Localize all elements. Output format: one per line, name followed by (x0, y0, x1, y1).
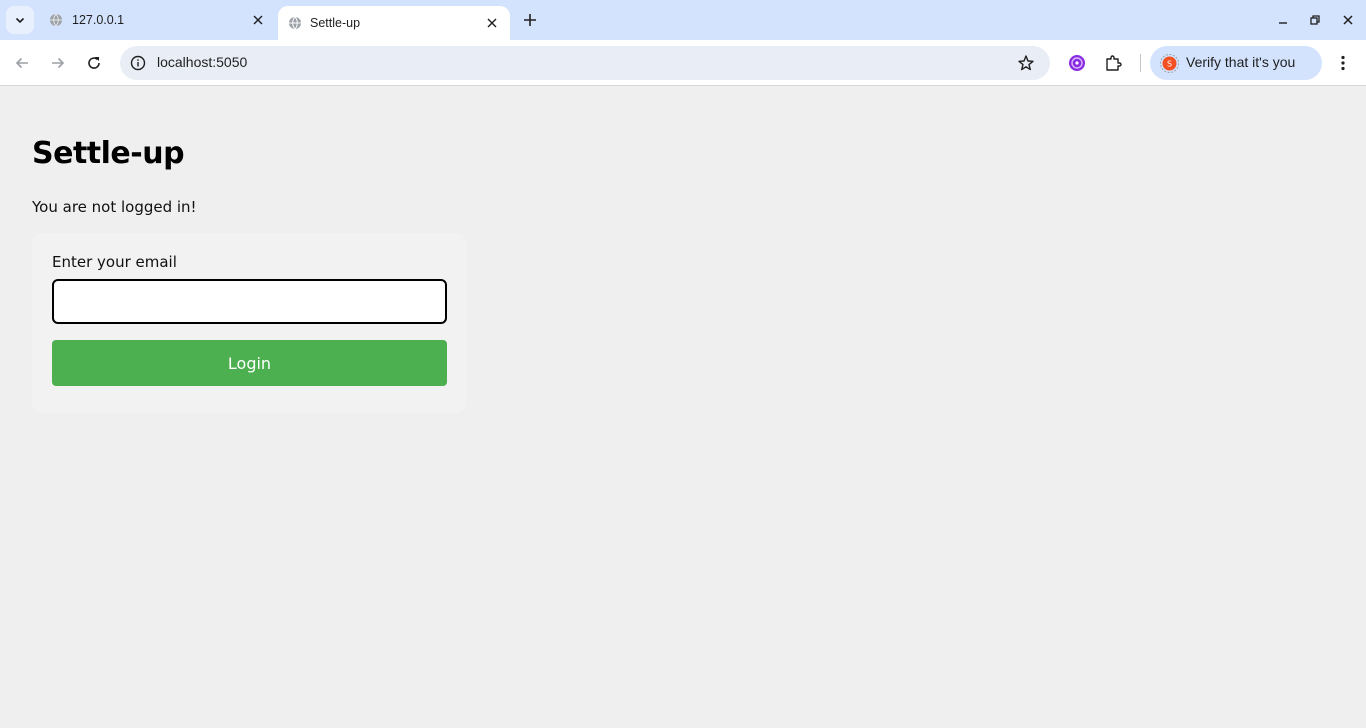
page-title: Settle-up (32, 136, 185, 171)
puzzle-icon (1106, 55, 1122, 71)
email-input[interactable] (52, 279, 447, 324)
login-status-text: You are not logged in! (32, 198, 197, 216)
back-button[interactable] (10, 51, 34, 75)
forward-button[interactable] (46, 51, 70, 75)
browser-toolbar: localhost:5050 S Verify that it's you (0, 40, 1366, 86)
plus-icon (524, 14, 536, 26)
close-icon (1343, 15, 1353, 25)
close-icon[interactable] (250, 12, 266, 28)
close-icon[interactable] (484, 15, 500, 31)
login-form: Enter your email Login (32, 233, 466, 413)
restore-icon (1310, 15, 1320, 25)
reload-button[interactable] (82, 51, 106, 75)
address-bar[interactable]: localhost:5050 (120, 46, 1050, 80)
arrow-right-icon (52, 57, 65, 69)
reload-icon (88, 57, 100, 69)
tab-settle-up[interactable]: Settle-up (278, 6, 510, 40)
email-label: Enter your email (52, 253, 177, 271)
chevron-down-icon (15, 17, 25, 24)
globe-icon (288, 16, 302, 30)
close-window-button[interactable] (1338, 10, 1358, 30)
tab-title: Settle-up (310, 16, 361, 30)
tab-127-0-0-1[interactable]: 127.0.0.1 (40, 0, 276, 40)
avatar: S (1160, 54, 1179, 73)
url-text: localhost:5050 (157, 54, 248, 70)
tab-strip: 127.0.0.1 Settle-up (0, 0, 1366, 40)
new-tab-button[interactable] (518, 8, 542, 32)
extension-badge-icon (1069, 55, 1085, 71)
page-content: Settle-up You are not logged in! Enter y… (0, 87, 1366, 728)
star-icon[interactable] (1016, 53, 1036, 73)
tab-search-button[interactable] (6, 6, 34, 34)
profile-chip[interactable]: S Verify that it's you (1150, 46, 1322, 80)
extensions-menu-button[interactable] (1102, 52, 1124, 74)
globe-icon (49, 13, 63, 27)
toolbar-separator (1140, 54, 1141, 72)
info-icon[interactable] (129, 54, 147, 72)
minimize-icon (1279, 22, 1287, 24)
browser-menu-button[interactable] (1332, 52, 1354, 74)
svg-text:S: S (1167, 60, 1172, 69)
login-button[interactable]: Login (52, 340, 447, 386)
tab-title: 127.0.0.1 (72, 13, 125, 27)
minimize-button[interactable] (1273, 10, 1293, 30)
extension-button[interactable] (1066, 52, 1088, 74)
arrow-left-icon (15, 57, 28, 69)
kebab-menu-icon (1341, 55, 1345, 71)
restore-button[interactable] (1305, 10, 1325, 30)
profile-chip-label: Verify that it's you (1186, 54, 1296, 70)
